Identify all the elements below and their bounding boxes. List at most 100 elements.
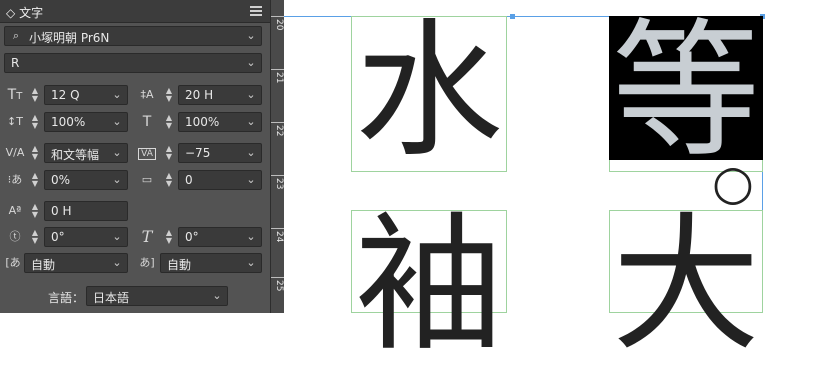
char-rotation-field[interactable]: 0° ⌄: [44, 227, 128, 247]
chevron-down-icon[interactable]: ⌄: [112, 229, 122, 245]
skew-field[interactable]: 0° ⌄: [178, 227, 262, 247]
chevron-down-icon[interactable]: ⌄: [246, 55, 256, 71]
font-size-stepper[interactable]: ▲ ▼: [28, 86, 42, 104]
vertical-scale-value: 100%: [51, 115, 86, 129]
stepper-down-icon[interactable]: ▼: [164, 237, 174, 245]
tracking-stepper[interactable]: ▲ ▼: [162, 144, 176, 162]
chevron-down-icon[interactable]: ⌄: [112, 172, 122, 188]
aki-before-field[interactable]: 自動 ⌄: [24, 253, 128, 273]
glyph-text-selected[interactable]: 等: [609, 6, 763, 176]
font-family-field[interactable]: ⌕ 小塚明朝 Pr6N ⌄: [4, 26, 262, 46]
chevron-down-icon[interactable]: ⌄: [246, 255, 256, 271]
grid-count-icon: ▭: [141, 173, 153, 186]
document-canvas[interactable]: 水 等 ○ 袖 大: [284, 0, 818, 370]
font-size-field[interactable]: 12 Q ⌄: [44, 85, 128, 105]
chevron-down-icon[interactable]: ⌄: [246, 87, 256, 103]
char-rotation-value: 0°: [51, 230, 65, 244]
panel-title: 文字: [19, 6, 44, 20]
frame-handle[interactable]: [510, 14, 515, 19]
search-icon: ⌕: [12, 29, 20, 42]
kerning-icon: V/A: [5, 146, 25, 159]
chevron-down-icon[interactable]: ⌄: [112, 145, 122, 161]
stepper-down-icon[interactable]: ▼: [30, 122, 40, 130]
stepper-down-icon[interactable]: ▼: [164, 122, 174, 130]
glyph-text[interactable]: 大: [609, 200, 763, 370]
leading-field[interactable]: 20 H ⌄: [178, 85, 262, 105]
vertical-ruler[interactable]: 20 21 22 23 24 25: [270, 0, 285, 313]
chevron-down-icon[interactable]: ⌄: [212, 288, 222, 304]
chevron-down-icon[interactable]: ⌄: [112, 255, 122, 271]
font-size-icon: TT: [7, 87, 23, 103]
ruler-label: 24: [274, 231, 284, 243]
kerning-field[interactable]: 和文等幅 ⌄: [44, 143, 128, 163]
ruler-label: 20: [274, 19, 284, 31]
font-size-value: 12 Q: [51, 88, 80, 102]
ruler-label: 21: [274, 72, 284, 84]
baseline-shift-value: 0 H: [51, 204, 72, 218]
horizontal-scale-stepper[interactable]: ▲ ▼: [162, 113, 176, 131]
panel-title-group: ◇ 文字: [6, 4, 43, 21]
language-select[interactable]: 日本語 ⌄: [86, 286, 228, 306]
stepper-down-icon[interactable]: ▼: [164, 180, 174, 188]
vertical-scale-stepper[interactable]: ▲ ▼: [28, 113, 42, 131]
ruler-label: 23: [274, 178, 284, 190]
tsume-field[interactable]: 0% ⌄: [44, 170, 128, 190]
stepper-down-icon[interactable]: ▼: [30, 180, 40, 188]
tsume-icon: ⁝あ: [7, 173, 23, 186]
font-style-value: R: [11, 56, 20, 70]
horizontal-scale-field[interactable]: 100% ⌄: [178, 112, 262, 132]
baseline-shift-stepper[interactable]: ▲ ▼: [28, 202, 42, 220]
ruler-label: 22: [274, 125, 284, 137]
char-rotation-icon: ⓣ: [9, 230, 21, 243]
stepper-down-icon[interactable]: ▼: [30, 153, 40, 161]
aki-after-value: 自動: [167, 258, 192, 272]
leading-value: 20 H: [185, 88, 214, 102]
stepper-down-icon[interactable]: ▼: [164, 95, 174, 103]
aki-before-icon: [あ: [5, 256, 21, 269]
language-label: 言語：: [48, 291, 85, 305]
horizontal-scale-value: 100%: [185, 115, 220, 129]
character-panel: ◇ 文字 ⌕ 小塚明朝 Pr6N ⌄ R ⌄ TT ▲ ▼ 12 Q ⌄ ‡A ▲…: [0, 0, 270, 313]
leading-stepper[interactable]: ▲ ▼: [162, 86, 176, 104]
panel-menu-icon[interactable]: [250, 4, 262, 16]
aki-after-icon: あ]: [139, 256, 155, 269]
chevron-down-icon[interactable]: ⌄: [246, 114, 256, 130]
language-value: 日本語: [93, 291, 130, 305]
grid-count-value: 0: [185, 173, 193, 187]
chevron-down-icon[interactable]: ⌄: [246, 172, 256, 188]
glyph-text[interactable]: 袖: [351, 200, 507, 370]
font-family-value: 小塚明朝 Pr6N: [29, 31, 110, 45]
glyph-text[interactable]: 水: [351, 6, 507, 176]
skew-value: 0°: [185, 230, 199, 244]
stepper-down-icon[interactable]: ▼: [30, 237, 40, 245]
vertical-scale-icon: ↕T: [7, 115, 23, 128]
chevron-down-icon[interactable]: ⌄: [246, 229, 256, 245]
stepper-down-icon[interactable]: ▼: [30, 95, 40, 103]
kerning-stepper[interactable]: ▲ ▼: [28, 144, 42, 162]
panel-titlebar[interactable]: ◇ 文字: [0, 0, 270, 23]
vertical-scale-field[interactable]: 100% ⌄: [44, 112, 128, 132]
char-rotation-stepper[interactable]: ▲ ▼: [28, 228, 42, 246]
skew-stepper[interactable]: ▲ ▼: [162, 228, 176, 246]
font-style-field[interactable]: R ⌄: [4, 53, 262, 73]
aki-after-field[interactable]: 自動 ⌄: [160, 253, 262, 273]
grid-count-stepper[interactable]: ▲ ▼: [162, 171, 176, 189]
chevron-down-icon[interactable]: ⌄: [112, 114, 122, 130]
grid-count-field[interactable]: 0 ⌄: [178, 170, 262, 190]
stepper-down-icon[interactable]: ▼: [164, 153, 174, 161]
collapse-icon[interactable]: ◇: [6, 6, 15, 20]
tracking-value: −75: [185, 146, 211, 160]
ruler-label: 25: [274, 280, 284, 292]
kerning-value: 和文等幅: [51, 148, 100, 162]
stepper-down-icon[interactable]: ▼: [30, 211, 40, 219]
chevron-down-icon[interactable]: ⌄: [246, 145, 256, 161]
tracking-field[interactable]: −75 ⌄: [178, 143, 262, 163]
tsume-stepper[interactable]: ▲ ▼: [28, 171, 42, 189]
horizontal-scale-icon: T: [142, 114, 152, 130]
chevron-down-icon[interactable]: ⌄: [112, 87, 122, 103]
skew-icon: T: [141, 227, 153, 246]
chevron-down-icon[interactable]: ⌄: [246, 28, 256, 44]
tracking-icon: VA: [136, 143, 158, 163]
aki-before-value: 自動: [31, 258, 56, 272]
baseline-shift-field[interactable]: 0 H: [44, 201, 128, 221]
